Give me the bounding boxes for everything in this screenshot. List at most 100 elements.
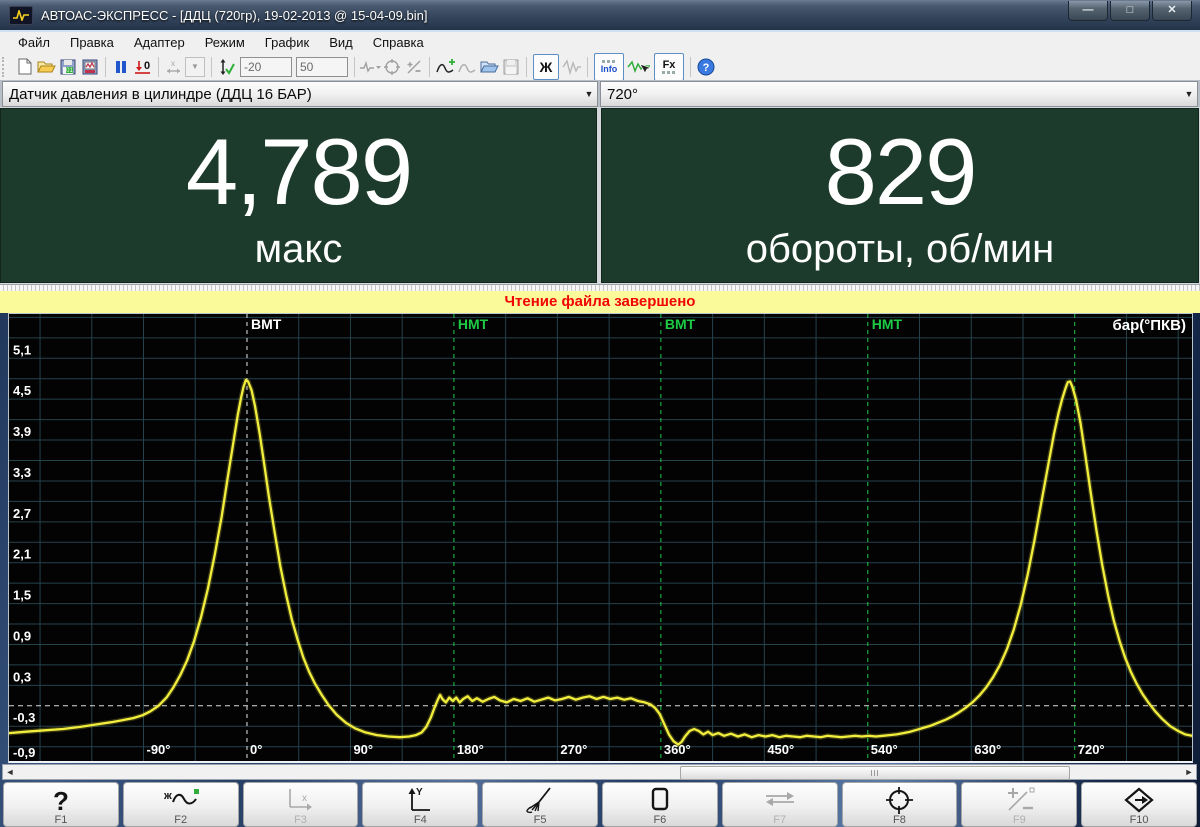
f3-xaxis-button[interactable]: x F3: [243, 782, 359, 827]
info-button-label: Info: [601, 64, 618, 74]
rpm-panel: 829 обороты, об/мин: [601, 108, 1199, 283]
pressure-waveform-plot[interactable]: ВМТНМТВМТНМТ-90°0°90°180°270°360°450°540…: [9, 314, 1192, 761]
bold-trace-button[interactable]: Ж: [533, 54, 559, 80]
add-curve-icon[interactable]: [434, 56, 456, 78]
svg-text:540°: 540°: [871, 742, 898, 757]
svg-text:0: 0: [144, 60, 150, 72]
svg-text:ВМТ: ВМТ: [251, 316, 282, 332]
chevron-down-icon: ▼: [581, 89, 597, 99]
pressure-chart[interactable]: ВМТНМТВМТНМТ-90°0°90°180°270°360°450°540…: [8, 313, 1193, 763]
stop-square-icon: [603, 786, 717, 814]
svg-text:-90°: -90°: [147, 742, 171, 757]
svg-text:630°: 630°: [974, 742, 1001, 757]
menu-file[interactable]: Файл: [8, 33, 60, 52]
svg-text:01: 01: [66, 68, 73, 74]
svg-text:ж: ж: [163, 790, 172, 802]
max-pressure-label: макс: [1, 227, 596, 272]
compare-signals-icon: [561, 56, 583, 78]
svg-text:5,1: 5,1: [13, 342, 31, 357]
save-signal-icon[interactable]: 01: [57, 56, 79, 78]
open-file-icon[interactable]: [35, 56, 57, 78]
zero-level-icon[interactable]: 0: [132, 56, 154, 78]
f6-stop-button[interactable]: F6: [602, 782, 718, 827]
svg-text:x: x: [171, 59, 175, 68]
progress-strip: [0, 284, 1200, 291]
menu-view[interactable]: Вид: [319, 33, 363, 52]
bottom-bar: ◄ ► ? F1 ж F2 x F3 Y F4 F5: [0, 760, 1200, 827]
scroll-right-icon[interactable]: ►: [1183, 766, 1195, 778]
svg-text:?: ?: [53, 786, 69, 816]
relative-scale-icon: [403, 56, 425, 78]
chart-row: ВМТНМТВМТНМТ-90°0°90°180°270°360°450°540…: [0, 313, 1200, 760]
status-bar: Чтение файла завершено: [0, 291, 1200, 313]
signal-zh-icon: ж: [124, 786, 238, 814]
svg-text:2,7: 2,7: [13, 506, 31, 521]
f2-signal-button[interactable]: ж F2: [123, 782, 239, 827]
selector-row: Датчик давления в цилиндре (ДДЦ 16 БАР) …: [0, 80, 1200, 107]
max-pressure-value: 4,789: [1, 123, 596, 221]
svg-text:0,3: 0,3: [13, 669, 31, 684]
svg-text:-0,9: -0,9: [13, 745, 35, 760]
sweep-select[interactable]: 720° ▼: [600, 81, 1198, 107]
pan-view-icon: [381, 56, 403, 78]
f8-crosshair-button[interactable]: F8: [842, 782, 958, 827]
remove-curve-icon: [456, 56, 478, 78]
chevron-down-icon: ▼: [1181, 89, 1197, 99]
f1-help-button[interactable]: ? F1: [3, 782, 119, 827]
horizontal-scrollbar[interactable]: ◄ ►: [2, 764, 1197, 780]
svg-text:90°: 90°: [353, 742, 373, 757]
toolbar-separator: [158, 57, 159, 77]
menu-graph[interactable]: График: [255, 33, 319, 52]
f7-swap-button[interactable]: F7: [722, 782, 838, 827]
channel-select-value: Датчик давления в цилиндре (ДДЦ 16 БАР): [3, 86, 581, 103]
menu-mode[interactable]: Режим: [195, 33, 255, 52]
close-button[interactable]: ✕: [1152, 1, 1192, 21]
f5-clear-button[interactable]: F5: [482, 782, 598, 827]
help-icon[interactable]: ?: [695, 56, 717, 78]
new-file-icon[interactable]: [13, 56, 35, 78]
offset-input[interactable]: [240, 57, 292, 77]
history-dropdown[interactable]: ▼: [185, 57, 205, 77]
svg-text:ВМТ: ВМТ: [665, 316, 696, 332]
toolbar: 01 0 x ▼ Ж: [0, 53, 1200, 81]
scroll-left-icon[interactable]: ◄: [4, 766, 16, 778]
svg-text:2,1: 2,1: [13, 547, 31, 562]
svg-text:1,5: 1,5: [13, 588, 31, 603]
svg-text:НМТ: НМТ: [458, 316, 489, 332]
svg-text:720°: 720°: [1078, 742, 1105, 757]
y-autoscale-icon[interactable]: [216, 56, 238, 78]
gain-input[interactable]: [296, 57, 348, 77]
toolbar-separator: [429, 57, 430, 77]
readout-panels: 4,789 макс 829 обороты, об/мин: [0, 107, 1200, 284]
svg-text:450°: 450°: [767, 742, 794, 757]
exit-diamond-icon: [1082, 786, 1196, 816]
menu-adapter[interactable]: Адаптер: [124, 33, 195, 52]
f9-adjust-button[interactable]: F9: [961, 782, 1077, 827]
svg-text:4,5: 4,5: [13, 383, 31, 398]
pause-icon[interactable]: [110, 56, 132, 78]
y-axis-icon: Y: [363, 786, 477, 814]
function-buttons: ? F1 ж F2 x F3 Y F4 F5 F6: [3, 782, 1197, 827]
save-image-icon[interactable]: [79, 56, 101, 78]
toolbar-separator: [354, 57, 355, 77]
minimize-button[interactable]: —: [1068, 1, 1108, 21]
help-glyph: ?: [703, 62, 710, 74]
svg-text:Y: Y: [416, 787, 423, 798]
plus-minus-icon: [962, 786, 1076, 814]
fx-button[interactable]: Fx: [654, 53, 684, 81]
maximize-button[interactable]: □: [1110, 1, 1150, 21]
max-pressure-panel: 4,789 макс: [0, 108, 597, 283]
scrollbar-thumb[interactable]: [680, 766, 1070, 780]
svg-text:3,9: 3,9: [13, 424, 31, 439]
menu-help[interactable]: Справка: [363, 33, 434, 52]
trigger-level-icon: [359, 56, 381, 78]
fx-button-label: Fx: [663, 59, 676, 71]
menu-edit[interactable]: Правка: [60, 33, 124, 52]
info-button[interactable]: Info: [594, 53, 624, 81]
f10-exit-button[interactable]: F10: [1081, 782, 1197, 827]
f4-yaxis-button[interactable]: Y F4: [362, 782, 478, 827]
load-reference-icon[interactable]: [478, 56, 500, 78]
channel-select[interactable]: Датчик давления в цилиндре (ДДЦ 16 БАР) …: [2, 81, 598, 107]
toolbar-separator: [587, 57, 588, 77]
cursor-measure-icon[interactable]: [626, 56, 652, 78]
